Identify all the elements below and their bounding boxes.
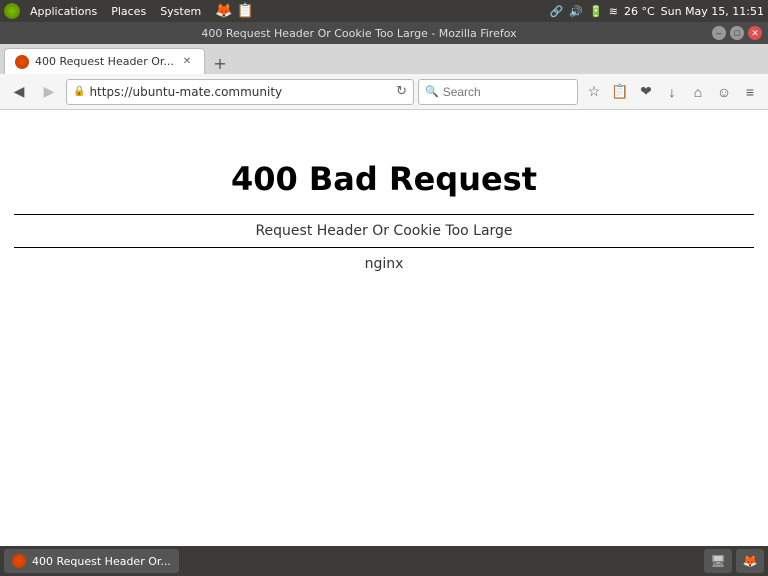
system-bar-right: 🔗 🔊 🔋 ≋ 26 °C Sun May 15, 11:51 bbox=[550, 5, 764, 18]
network-icon: 🔗 bbox=[550, 5, 564, 18]
bookmark-button[interactable]: ☆ bbox=[582, 80, 606, 104]
search-input[interactable] bbox=[443, 85, 571, 99]
error-divider bbox=[14, 214, 754, 215]
lock-icon: 🔒 bbox=[73, 86, 85, 97]
system-bar: Applications Places System 🦊 📋 🔗 🔊 🔋 ≋ 2… bbox=[0, 0, 768, 22]
download-button[interactable]: ↓ bbox=[660, 80, 684, 104]
tab-close-button[interactable]: ✕ bbox=[180, 55, 194, 69]
battery-icon: 🔋 bbox=[589, 5, 603, 18]
taskbar: 400 Request Header Or... 🖥 🦊 bbox=[0, 546, 768, 576]
taskbar-item-label: 400 Request Header Or... bbox=[32, 555, 171, 568]
minimize-button[interactable]: – bbox=[712, 26, 726, 40]
firefox-launcher-icon[interactable]: 🦊 bbox=[215, 3, 232, 19]
window-controls: – □ ✕ bbox=[712, 26, 762, 40]
reload-button[interactable]: ↻ bbox=[396, 84, 407, 99]
taskbar-desktop-button[interactable]: 🖥 bbox=[704, 549, 732, 573]
nav-bar: ◀ ▶ 🔒 https://ubuntu-mate.community ↻ 🔍 … bbox=[0, 74, 768, 110]
page-content: 400 Bad Request Request Header Or Cookie… bbox=[0, 110, 768, 546]
taskbar-favicon-icon bbox=[12, 554, 26, 568]
menu-system[interactable]: System bbox=[154, 3, 207, 20]
back-button[interactable]: ◀ bbox=[6, 79, 32, 105]
synced-tabs-button[interactable]: ☺ bbox=[712, 80, 736, 104]
taskbar-firefox-item[interactable]: 400 Request Header Or... bbox=[4, 549, 179, 573]
menu-applications[interactable]: Applications bbox=[24, 3, 103, 20]
url-text: https://ubuntu-mate.community bbox=[89, 85, 282, 99]
error-heading: 400 Bad Request bbox=[14, 160, 754, 198]
main-layout: Applications Places System 🦊 📋 🔗 🔊 🔋 ≋ 2… bbox=[0, 0, 768, 576]
reader-button[interactable]: 📋 bbox=[608, 80, 632, 104]
clipboard-icon[interactable]: 📋 bbox=[237, 3, 254, 19]
system-bar-left: Applications Places System 🦊 📋 bbox=[4, 3, 254, 20]
nav-icons: ☆ 📋 ❤ ↓ ⌂ ☺ ≡ bbox=[582, 80, 762, 104]
maximize-button[interactable]: □ bbox=[730, 26, 744, 40]
error-subheading: Request Header Or Cookie Too Large bbox=[14, 223, 754, 239]
home-button[interactable]: ⌂ bbox=[686, 80, 710, 104]
datetime-display: Sun May 15, 11:51 bbox=[661, 5, 764, 18]
menu-button[interactable]: ≡ bbox=[738, 80, 762, 104]
error-content: 400 Bad Request Request Header Or Cookie… bbox=[14, 160, 754, 272]
tab-bar: 400 Request Header Or... ✕ + bbox=[0, 44, 768, 74]
server-label: nginx bbox=[14, 256, 754, 272]
tab-label: 400 Request Header Or... bbox=[35, 55, 174, 68]
temperature-display: 26 °C bbox=[624, 5, 655, 18]
new-tab-button[interactable]: + bbox=[209, 52, 231, 74]
mate-logo-icon bbox=[4, 3, 20, 19]
tab-favicon-icon bbox=[15, 55, 29, 69]
browser-window: 400 Request Header Or Cookie Too Large -… bbox=[0, 22, 768, 546]
signal-icon: ≋ bbox=[609, 5, 618, 18]
menu-places[interactable]: Places bbox=[105, 3, 152, 20]
search-icon: 🔍 bbox=[425, 85, 439, 98]
close-button[interactable]: ✕ bbox=[748, 26, 762, 40]
volume-icon[interactable]: 🔊 bbox=[569, 5, 583, 18]
titlebar: 400 Request Header Or Cookie Too Large -… bbox=[0, 22, 768, 44]
pocket-button[interactable]: ❤ bbox=[634, 80, 658, 104]
search-bar[interactable]: 🔍 bbox=[418, 79, 578, 105]
error-divider-2 bbox=[14, 247, 754, 248]
active-tab[interactable]: 400 Request Header Or... ✕ bbox=[4, 48, 205, 74]
forward-button[interactable]: ▶ bbox=[36, 79, 62, 105]
taskbar-firefox-button[interactable]: 🦊 bbox=[736, 549, 764, 573]
taskbar-right: 🖥 🦊 bbox=[704, 549, 764, 573]
window-title: 400 Request Header Or Cookie Too Large -… bbox=[6, 27, 712, 40]
url-bar[interactable]: 🔒 https://ubuntu-mate.community ↻ bbox=[66, 79, 414, 105]
